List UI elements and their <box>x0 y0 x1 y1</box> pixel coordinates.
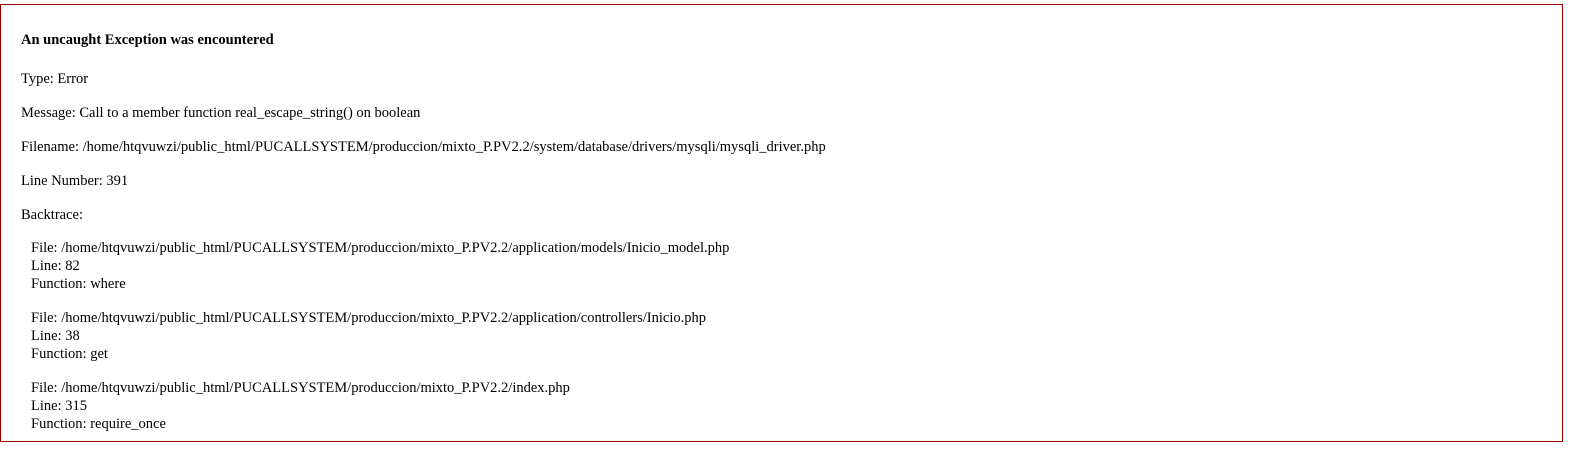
backtrace-label: Backtrace: <box>21 207 83 223</box>
backtrace-file: File: /home/htqvuwzi/public_html/PUCALLS… <box>31 380 570 396</box>
backtrace-entry: File: /home/htqvuwzi/public_html/PUCALLS… <box>31 379 570 433</box>
backtrace-function: Function: require_once <box>31 416 166 432</box>
backtrace-entry: File: /home/htqvuwzi/public_html/PUCALLS… <box>31 309 706 363</box>
backtrace-file: File: /home/htqvuwzi/public_html/PUCALLS… <box>31 310 707 326</box>
backtrace-entry: File: /home/htqvuwzi/public_html/PUCALLS… <box>31 239 729 293</box>
exception-type: Type: Error <box>21 71 89 87</box>
exception-line-number: Line Number: 391 <box>21 173 129 189</box>
backtrace-function: Function: get <box>31 346 108 362</box>
exception-heading: An uncaught Exception was encountered <box>21 32 274 48</box>
exception-panel: An uncaught Exception was encountered Ty… <box>0 4 1563 442</box>
backtrace-function: Function: where <box>31 276 126 292</box>
backtrace-file: File: /home/htqvuwzi/public_html/PUCALLS… <box>31 240 730 256</box>
exception-message: Message: Call to a member function real_… <box>21 105 421 121</box>
backtrace-line: Line: 82 <box>31 258 80 274</box>
backtrace-line: Line: 38 <box>31 328 80 344</box>
exception-filename: Filename: /home/htqvuwzi/public_html/PUC… <box>21 139 826 155</box>
backtrace-line: Line: 315 <box>31 398 87 414</box>
